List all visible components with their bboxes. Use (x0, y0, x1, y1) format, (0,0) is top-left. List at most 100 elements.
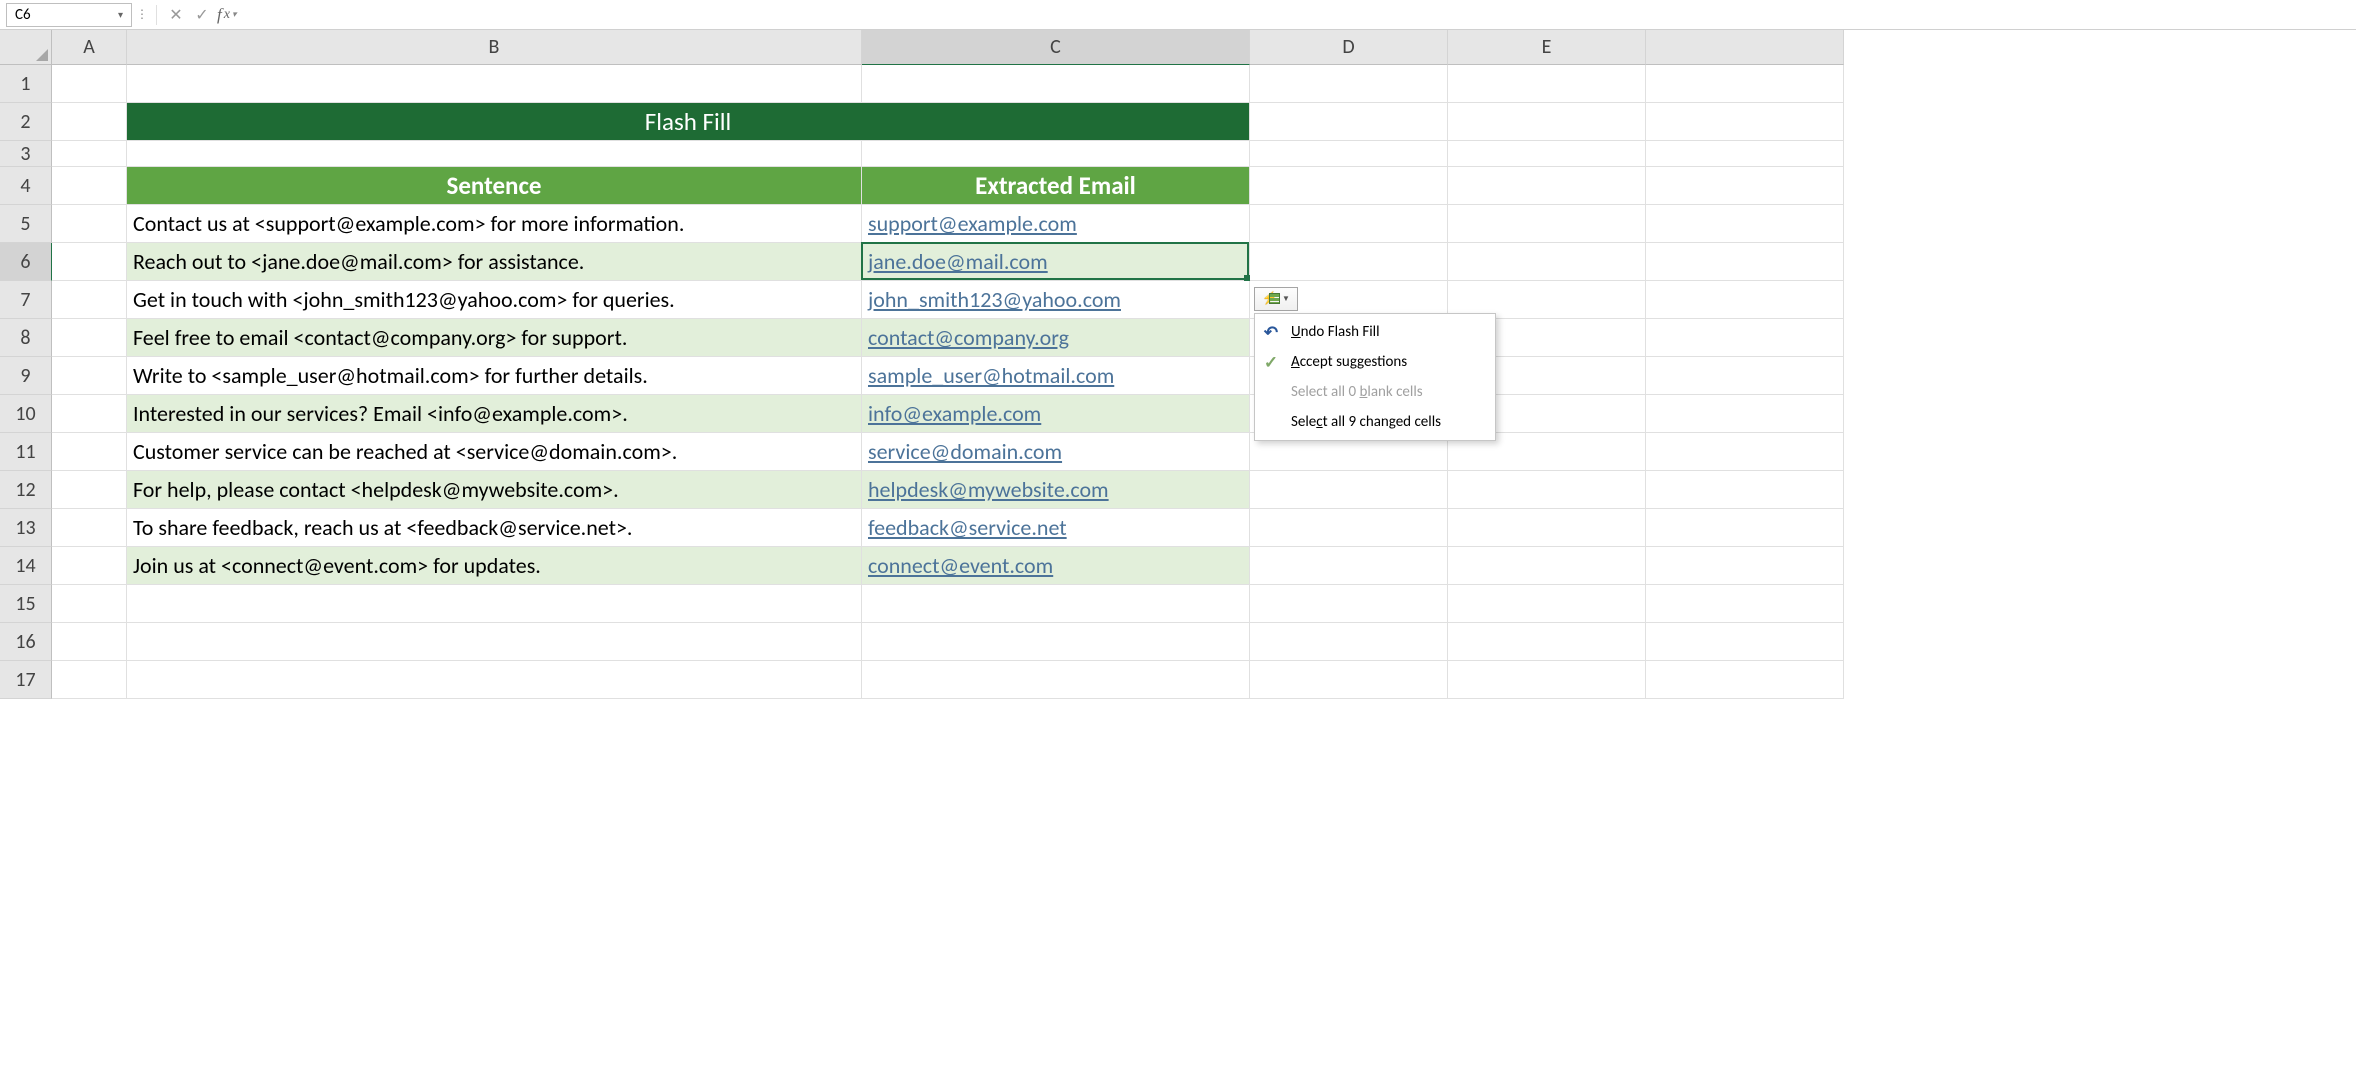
email-cell[interactable]: sample_user@hotmail.com (862, 357, 1250, 395)
chevron-down-icon[interactable]: ▾ (118, 8, 123, 21)
email-cell[interactable]: contact@company.org (862, 319, 1250, 357)
cell[interactable] (1250, 585, 1448, 623)
cell[interactable] (52, 103, 127, 141)
column-header-B[interactable]: B (127, 30, 862, 65)
row-header-11[interactable]: 11 (0, 433, 52, 471)
cell[interactable] (1646, 319, 1844, 357)
cell[interactable] (1250, 65, 1448, 103)
sentence-cell[interactable]: For help, please contact <helpdesk@myweb… (127, 471, 862, 509)
row-header-15[interactable]: 15 (0, 585, 52, 623)
row-header-17[interactable]: 17 (0, 661, 52, 699)
enter-icon[interactable]: ✓ (191, 4, 213, 26)
row-header-8[interactable]: 8 (0, 319, 52, 357)
cell[interactable] (1646, 585, 1844, 623)
cell[interactable] (52, 65, 127, 103)
row-header-6[interactable]: 6 (0, 243, 52, 281)
name-box[interactable]: C6 ▾ (6, 3, 132, 27)
flash-fill-title[interactable]: Flash Fill (127, 103, 1250, 141)
cell[interactable] (1250, 243, 1448, 281)
cell[interactable] (127, 661, 862, 699)
cell[interactable] (52, 623, 127, 661)
row-header-2[interactable]: 2 (0, 103, 52, 141)
cell[interactable] (52, 243, 127, 281)
sentence-cell[interactable]: Customer service can be reached at <serv… (127, 433, 862, 471)
cell[interactable] (1646, 205, 1844, 243)
cell[interactable] (1448, 585, 1646, 623)
cell[interactable] (1448, 103, 1646, 141)
row-header-10[interactable]: 10 (0, 395, 52, 433)
cell[interactable] (1646, 547, 1844, 585)
cell[interactable] (1646, 65, 1844, 103)
email-cell[interactable]: jane.doe@mail.com (862, 243, 1250, 281)
cell[interactable] (1646, 167, 1844, 205)
cell[interactable] (1250, 167, 1448, 205)
column-header-A[interactable]: A (52, 30, 127, 65)
cell[interactable] (52, 167, 127, 205)
cell[interactable] (1448, 509, 1646, 547)
cell[interactable] (52, 547, 127, 585)
cell[interactable] (52, 319, 127, 357)
cell[interactable] (1448, 65, 1646, 103)
cell[interactable] (1250, 661, 1448, 699)
email-cell[interactable]: support@example.com (862, 205, 1250, 243)
column-header-email[interactable]: Extracted Email (862, 167, 1250, 205)
cancel-icon[interactable]: ✕ (165, 4, 187, 26)
email-cell[interactable]: helpdesk@mywebsite.com (862, 471, 1250, 509)
sentence-cell[interactable]: Interested in our services? Email <info@… (127, 395, 862, 433)
cell[interactable] (1448, 167, 1646, 205)
cell[interactable] (52, 205, 127, 243)
row-header-7[interactable]: 7 (0, 281, 52, 319)
sentence-cell[interactable]: Write to <sample_user@hotmail.com> for f… (127, 357, 862, 395)
cell[interactable] (1250, 547, 1448, 585)
cell[interactable] (52, 509, 127, 547)
cell[interactable] (862, 65, 1250, 103)
menu-select-changed[interactable]: Select all 9 changed cells (1255, 407, 1495, 437)
row-header-14[interactable]: 14 (0, 547, 52, 585)
column-header-C[interactable]: C (862, 30, 1250, 65)
cell[interactable] (52, 585, 127, 623)
cell[interactable] (1646, 357, 1844, 395)
cell[interactable] (1250, 103, 1448, 141)
cell[interactable] (1448, 141, 1646, 167)
formula-input[interactable] (241, 3, 2350, 27)
cells-area[interactable]: Flash Fill Sentence Extracted Email Cont… (52, 65, 1844, 699)
cell[interactable] (1646, 623, 1844, 661)
cell[interactable] (52, 661, 127, 699)
row-header-5[interactable]: 5 (0, 205, 52, 243)
cell[interactable] (1250, 471, 1448, 509)
email-cell[interactable]: john_smith123@yahoo.com (862, 281, 1250, 319)
cell[interactable] (862, 661, 1250, 699)
cell[interactable] (52, 141, 127, 167)
cell[interactable] (1448, 243, 1646, 281)
cell[interactable] (1250, 509, 1448, 547)
cell[interactable] (1250, 141, 1448, 167)
cell[interactable] (1646, 661, 1844, 699)
row-header-16[interactable]: 16 (0, 623, 52, 661)
cell[interactable] (127, 585, 862, 623)
cell[interactable] (862, 623, 1250, 661)
cell[interactable] (1646, 433, 1844, 471)
cell[interactable] (1646, 103, 1844, 141)
email-cell[interactable]: info@example.com (862, 395, 1250, 433)
sentence-cell[interactable]: Get in touch with <john_smith123@yahoo.c… (127, 281, 862, 319)
cell[interactable] (1448, 661, 1646, 699)
cell[interactable] (52, 357, 127, 395)
cell[interactable] (1646, 509, 1844, 547)
column-header-sentence[interactable]: Sentence (127, 167, 862, 205)
email-cell[interactable]: service@domain.com (862, 433, 1250, 471)
sentence-cell[interactable]: Feel free to email <contact@company.org>… (127, 319, 862, 357)
cell[interactable] (52, 433, 127, 471)
cell[interactable] (1646, 395, 1844, 433)
cell[interactable] (862, 141, 1250, 167)
cell[interactable] (127, 623, 862, 661)
email-cell[interactable]: feedback@service.net (862, 509, 1250, 547)
column-header-D[interactable]: D (1250, 30, 1448, 65)
sentence-cell[interactable]: Reach out to <jane.doe@mail.com> for ass… (127, 243, 862, 281)
cell[interactable] (52, 471, 127, 509)
flash-fill-smart-tag[interactable]: ⚡ ▼ (1254, 287, 1298, 311)
cell[interactable] (52, 281, 127, 319)
row-header-1[interactable]: 1 (0, 65, 52, 103)
menu-undo-flash-fill[interactable]: ↶ UUndo Flash Fillndo Flash Fill (1255, 317, 1495, 347)
row-header-4[interactable]: 4 (0, 167, 52, 205)
column-header-E[interactable]: E (1448, 30, 1646, 65)
